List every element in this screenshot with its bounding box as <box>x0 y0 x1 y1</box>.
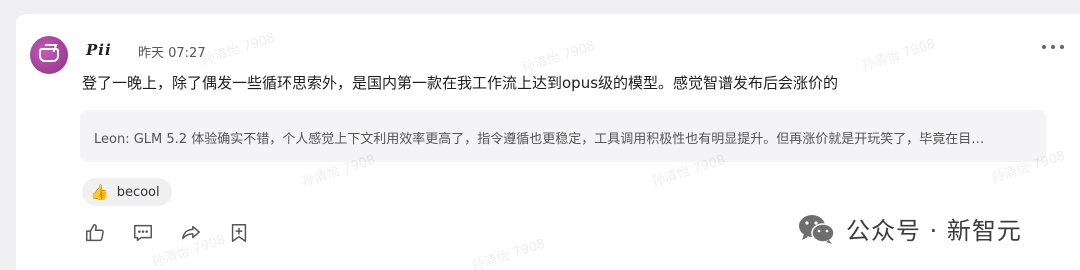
bookmark-icon[interactable] <box>228 222 250 244</box>
comment-icon[interactable] <box>132 222 154 244</box>
username[interactable]: Pii <box>86 41 112 59</box>
comment-card: Pii 昨天 07:27 登了一晚上，除了偶发一些循环思索外，是国内第一款在我工… <box>16 14 1080 270</box>
reaction-label: becool <box>116 184 160 200</box>
brand-watermark: 公众号 · 新智元 <box>796 211 1022 246</box>
quoted-reply-text: GLM 5.2 体验确实不错，个人感觉上下文利用效率更高了，指令遵循也更稳定，工… <box>129 132 985 147</box>
quoted-reply-author: Leon: <box>94 132 130 147</box>
avatar[interactable] <box>30 36 68 74</box>
quoted-reply[interactable]: Leon: GLM 5.2 体验确实不错，个人感觉上下文利用效率更高了，指令遵循… <box>80 110 1046 162</box>
reaction-chip[interactable]: 👍 becool <box>82 178 172 206</box>
share-icon[interactable] <box>180 222 202 244</box>
more-options-icon[interactable] <box>1042 42 1064 52</box>
thumbs-up-emoji-icon: 👍 <box>90 182 109 201</box>
like-icon[interactable] <box>84 222 106 244</box>
comment-text: 登了一晚上，除了偶发一些循环思索外，是国内第一款在我工作流上达到opus级的模型… <box>82 74 839 92</box>
brand-text: 公众号 · 新智元 <box>846 217 1022 245</box>
action-bar <box>84 222 250 244</box>
wechat-icon <box>799 214 835 244</box>
timestamp: 昨天 07:27 <box>138 46 206 61</box>
